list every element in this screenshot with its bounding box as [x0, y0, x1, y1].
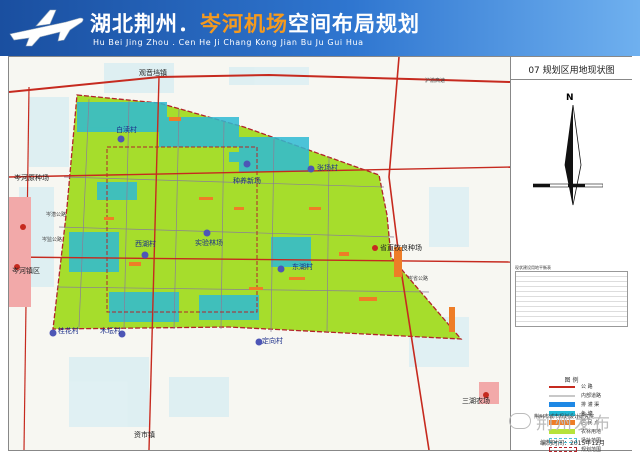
land-balance-table	[515, 271, 628, 327]
place-label: 东湖村	[292, 263, 313, 271]
title-pinyin: Hu Bei Jing Zhou . Cen He Ji Chang Kong …	[93, 38, 364, 47]
place-label: 张场村	[317, 164, 338, 172]
legend-item: 排 灌 渠	[549, 401, 629, 409]
legend-item: 规划范围	[549, 446, 629, 454]
map-sidebar: 07 规划区用地现状图 N 现状建设用地平衡表 图 例 公 路 内部道路 排 灌…	[510, 57, 632, 453]
place-label: 定向村	[262, 337, 283, 345]
header-banner: 湖北荆州．岑河机场空间布局规划 Hu Bei Jing Zhou . Cen H…	[0, 0, 640, 56]
road-label: 岑潜公路	[46, 212, 67, 218]
watermark-logo-icon	[509, 413, 531, 429]
page-title: 湖北荆州．岑河机场空间布局规划	[90, 12, 420, 36]
road-label: 岑省公路	[408, 276, 429, 282]
place-label: 木坛村	[100, 327, 121, 335]
org-name: 荆州市城市规划设计研究院	[534, 414, 595, 420]
place-label: 实验林场	[195, 239, 223, 247]
land-use-map	[9, 57, 510, 450]
place-label: 白渎村	[116, 126, 137, 134]
place-label: 岑河原种场	[14, 174, 49, 182]
place-label: 西湖村	[135, 240, 156, 248]
place-label: 三湖农场	[462, 397, 490, 405]
place-label: 岑河镇区	[12, 267, 40, 275]
place-label: 种养新场	[233, 177, 261, 185]
place-label: 观音垱镇	[139, 69, 167, 77]
road-label: 岑监公路	[42, 237, 63, 243]
road-label: 沪渝高速	[425, 78, 446, 84]
legend-item: 内部道路	[549, 392, 629, 400]
north-arrow-icon	[564, 104, 582, 206]
scale-bar	[533, 183, 603, 188]
airplane-icon	[9, 9, 84, 47]
sheet-title: 07 规划区用地现状图	[528, 66, 615, 76]
place-label: 桂花村	[58, 327, 79, 335]
legend-item: 公 路	[549, 383, 629, 391]
place-label: 省直牧良种场	[380, 244, 422, 252]
divider	[511, 79, 632, 80]
compile-date: 编制时间：2015年12月	[540, 440, 605, 447]
place-label: 资市镇	[134, 431, 155, 439]
